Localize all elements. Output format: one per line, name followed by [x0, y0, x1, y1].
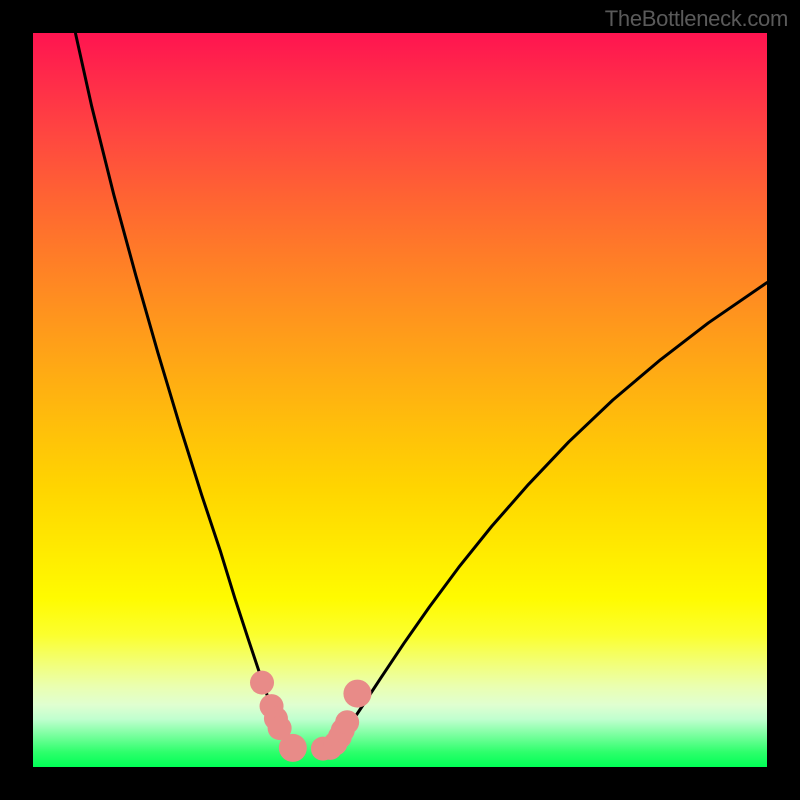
attribution-label: TheBottleneck.com [605, 6, 788, 32]
chart-svg [33, 33, 767, 767]
chart-plot-area [33, 33, 767, 767]
data-markers [250, 671, 371, 762]
curve-line [76, 34, 767, 749]
